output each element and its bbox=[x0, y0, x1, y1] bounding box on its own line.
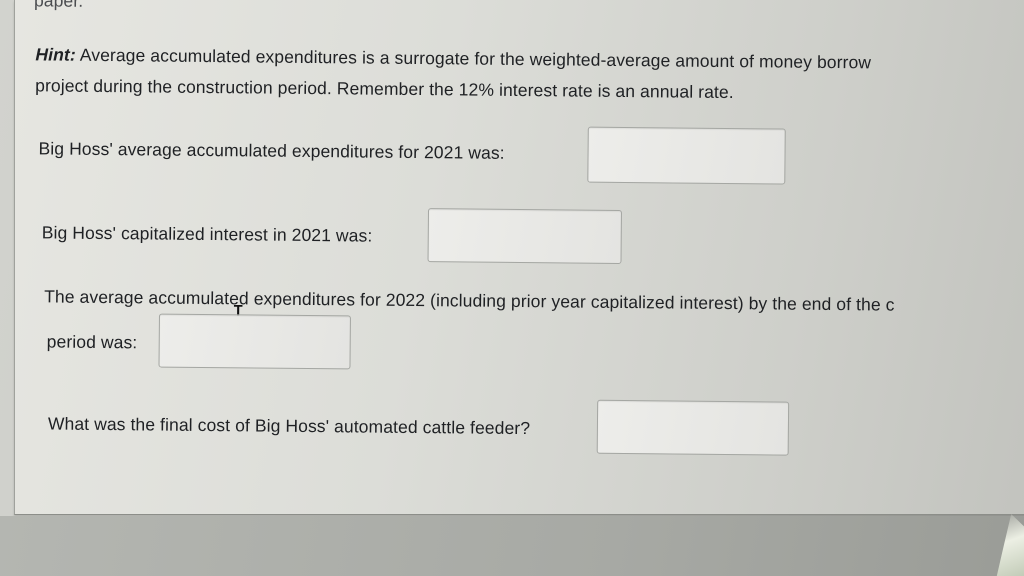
final-cost-input[interactable] bbox=[596, 399, 790, 456]
average-expenditures-2021-input[interactable] bbox=[587, 126, 786, 185]
question-content: paper. Hint: Average accumulated expendi… bbox=[0, 0, 1024, 576]
question-average-expenditures-2021: Big Hoss' average accumulated expenditur… bbox=[38, 138, 505, 163]
capitalized-interest-2021-input[interactable] bbox=[427, 208, 623, 264]
question-2022-text-part2: d expenditures for 2022 (including prior… bbox=[238, 288, 895, 315]
question-2022-text-part1: The average accumulate bbox=[44, 286, 240, 309]
question-average-expenditures-2022: The average accumulate Id expenditures fo… bbox=[44, 286, 895, 326]
question-capitalized-interest-2021: Big Hoss' capitalized interest in 2021 w… bbox=[41, 222, 373, 246]
hint-text-1: Average accumulated expenditures is a su… bbox=[75, 44, 872, 73]
question-final-cost: What was the final cost of Big Hoss' aut… bbox=[47, 413, 531, 439]
question-2022-text-line2: period was: bbox=[46, 331, 138, 353]
average-expenditures-2022-input[interactable] bbox=[158, 313, 351, 370]
previous-question-text: paper. bbox=[33, 0, 84, 11]
hint-line-1: Hint: Average accumulated expenditures i… bbox=[35, 44, 871, 73]
photo-background: paper. Hint: Average accumulated expendi… bbox=[0, 0, 1024, 576]
hint-line-2: project during the construction period. … bbox=[35, 75, 734, 103]
hint-label: Hint: bbox=[35, 44, 76, 65]
